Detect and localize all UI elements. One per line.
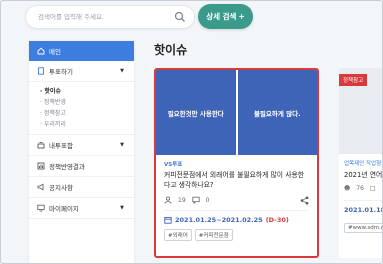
document-icon (38, 67, 44, 75)
sidebar-item-label: 공지사항 (49, 184, 73, 192)
vote-banner: 필요한것만 사용한다 불필요하게 많다. (156, 70, 317, 155)
home-icon (37, 47, 45, 55)
sidebar-item-label: 메인 (49, 48, 61, 56)
megaphone-icon (37, 183, 44, 191)
search-icon[interactable] (174, 11, 186, 23)
tag-chip[interactable]: #커피전문점 (194, 229, 233, 241)
advanced-search-button[interactable]: 상세 검색 + (198, 4, 253, 29)
sidebar-item-label: 내투표함 (49, 142, 73, 150)
submenu-label: 우리끼리 (43, 121, 66, 128)
card2-meta: ☻ 76 □ 0 (344, 185, 382, 192)
card2-body: 업목제안 작업형 한 2021년 연어어 ☻ 76 □ 0 2021.01.18… (339, 154, 382, 238)
card2-title[interactable]: 2021년 연어어 (344, 169, 382, 179)
plus-icon: + (238, 12, 245, 21)
ballot-box-icon (37, 142, 45, 149)
sidebar-item-vote[interactable]: 투표하기 ▼ (29, 61, 134, 82)
caret-down-icon: ▼ (120, 205, 124, 211)
sidebar-item-label: 정책반영결과 (49, 163, 85, 171)
search-input[interactable] (38, 6, 173, 28)
caret-down-icon: ▼ (120, 142, 124, 148)
chart-icon (37, 162, 45, 170)
submenu-item-hot-issue[interactable]: · 핫이슈 (40, 86, 134, 97)
comment-icon: □ (369, 185, 376, 192)
advanced-search-label: 상세 검색 (206, 12, 237, 21)
window: 상세 검색 + 메인 투표하기 ▼ · 핫이슈 · 정책반영 · 정책참고 · … (0, 0, 383, 264)
person-icon: ☻ (344, 185, 351, 192)
calendar-icon (164, 217, 172, 224)
tag-list: #외래어 #커피전문점 (164, 229, 309, 241)
vote-option-left[interactable]: 필요한것만 사용한다 (156, 70, 236, 155)
comment-icon (192, 196, 200, 204)
card2-date: 2021.01.18 (344, 200, 382, 214)
date-range: 2021.01.25~2021.02.25 (175, 216, 263, 224)
card2-banner: 정책참고 (339, 68, 382, 154)
card-meta: 19 0 (164, 196, 309, 205)
submenu-label: 정책반영 (43, 99, 66, 106)
vote-card-2[interactable]: 정책참고 업목제안 작업형 한 2021년 연어어 ☻ 76 □ 0 2021.… (339, 68, 382, 258)
sidebar-item-policy-result[interactable]: 정책반영결과 (29, 156, 134, 177)
sidebar: 메인 투표하기 ▼ · 핫이슈 · 정책반영 · 정책참고 · 우리끼리 내투표… (29, 41, 134, 263)
policy-ref-badge: 정책참고 (339, 74, 368, 86)
sidebar-item-my-ballot[interactable]: 내투표함 ▼ (29, 135, 134, 156)
participant-count: 19 (178, 196, 186, 204)
section-title: 핫이슈 (154, 43, 188, 57)
comment-count: 0 (205, 196, 210, 204)
card-title[interactable]: 커피전문점에서 외래어를 불필요하게 많이 사용한다고 생각하나요? (164, 170, 309, 190)
submenu-label: 핫이슈 (44, 88, 61, 95)
tag-chip[interactable]: #www.sdm.go.kr (344, 223, 382, 233)
tag-chip[interactable]: #외래어 (164, 229, 192, 241)
share-icon[interactable] (300, 196, 309, 205)
card-body: VS투표 커피전문점에서 외래어를 불필요하게 많이 사용한다고 생각하나요? … (156, 155, 317, 246)
vote-option-right[interactable]: 불필요하게 많다. (238, 70, 318, 155)
vote-card[interactable]: 필요한것만 사용한다 불필요하게 많다. VS투표 커피전문점에서 외래어를 불… (154, 68, 319, 258)
sidebar-item-mypage[interactable]: 마이페이지 ▼ (29, 198, 134, 219)
sidebar-item-home[interactable]: 메인 (29, 41, 134, 61)
card2-category: 업목제안 작업형 한 (344, 161, 382, 167)
monitor-icon (37, 204, 45, 212)
submenu-item-policy-reflect[interactable]: · 정책반영 (40, 97, 134, 108)
participant-count: 76 (356, 185, 364, 192)
submenu-label: 정책참고 (43, 110, 66, 117)
card-category: VS투표 (164, 162, 183, 168)
d-day-badge: (D-30) (265, 216, 289, 224)
search-box (25, 5, 195, 29)
sidebar-submenu: · 핫이슈 · 정책반영 · 정책참고 · 우리끼리 (29, 82, 134, 135)
vote-period: 2021.01.25~2021.02.25 (D-30) (164, 210, 309, 224)
submenu-item-ourselves[interactable]: · 우리끼리 (40, 119, 134, 130)
sidebar-item-notice[interactable]: 공지사항 (29, 177, 134, 198)
submenu-item-policy-ref[interactable]: · 정책참고 (40, 108, 134, 119)
person-icon (164, 196, 172, 204)
sidebar-item-label: 마이페이지 (49, 205, 79, 213)
caret-down-icon: ▼ (120, 68, 124, 74)
sidebar-item-label: 투표하기 (49, 68, 73, 76)
